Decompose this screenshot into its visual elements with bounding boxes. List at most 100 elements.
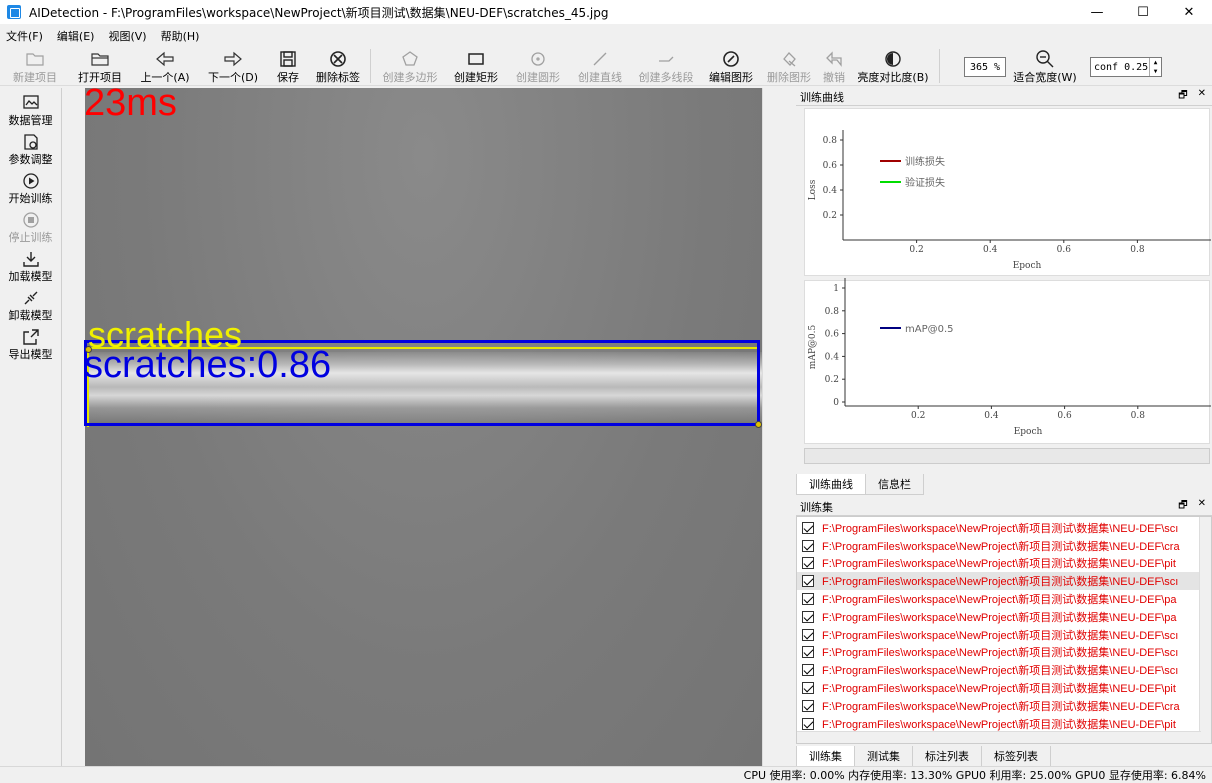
dock-title-bar: 训练曲线 🗗 ✕ (796, 88, 1212, 106)
checkbox[interactable] (802, 610, 814, 623)
menu-edit[interactable]: 编辑(E) (51, 28, 103, 44)
menu-file[interactable]: 文件(F) (0, 28, 51, 44)
tab-label-list[interactable]: 标签列表 (981, 746, 1051, 767)
save-button[interactable]: 保存 (266, 46, 310, 86)
undo-label: 撤销 (823, 71, 845, 84)
defect-image (85, 88, 763, 766)
chart-scrollbar[interactable] (804, 448, 1210, 464)
next-button[interactable]: 下一个(D) (200, 46, 266, 86)
prev-button[interactable]: 上一个(A) (130, 46, 200, 86)
new-project-button[interactable]: 新建项目 (0, 46, 70, 86)
play-icon (22, 173, 39, 189)
tab-annotation-list[interactable]: 标注列表 (912, 746, 982, 767)
create-polyline-button[interactable]: 创建多线段 (631, 46, 701, 86)
close-button[interactable]: ✕ (1166, 0, 1212, 24)
sidebar-item-data-management[interactable]: 数据管理 (0, 88, 61, 127)
list-item[interactable]: F:\ProgramFiles\workspace\NewProject\新项目… (797, 572, 1211, 591)
open-project-button[interactable]: 打开项目 (70, 46, 130, 86)
undo-button[interactable]: 撤销 (817, 46, 851, 86)
file-path: F:\ProgramFiles\workspace\NewProject\新项目… (822, 700, 1180, 713)
sidebar-item-start-train[interactable]: 开始训练 (0, 166, 61, 205)
next-label: 下一个(D) (207, 71, 259, 84)
spin-down-icon[interactable]: ▼ (1150, 67, 1161, 76)
list-item[interactable]: F:\ProgramFiles\workspace\NewProject\新项目… (797, 626, 1211, 644)
tab-info[interactable]: 信息栏 (865, 474, 924, 495)
delete-label-button[interactable]: 删除标签 (310, 46, 366, 86)
checkbox[interactable] (802, 646, 814, 659)
x-tick-label: 0.6 (1057, 245, 1072, 255)
file-path: F:\ProgramFiles\workspace\NewProject\新项目… (822, 611, 1177, 624)
box-handle-bottom-right[interactable] (755, 421, 762, 428)
checkbox[interactable] (802, 521, 814, 534)
curve-tabs: 训练曲线 信息栏 (796, 474, 924, 495)
list-item[interactable]: F:\ProgramFiles\workspace\NewProject\新项目… (797, 715, 1211, 733)
create-rect-button[interactable]: 创建矩形 (445, 46, 507, 86)
brightness-contrast-button[interactable]: 亮度对比度(B) (851, 46, 935, 86)
dock-close-icon[interactable]: ✕ (1198, 498, 1206, 515)
fit-width-button[interactable]: 适合宽度(W) (1010, 46, 1080, 86)
zoom-input[interactable]: 365 % (964, 57, 1006, 77)
y-tick-label: 0.6 (825, 330, 840, 340)
sidebar-item-load-model[interactable]: 加载模型 (0, 244, 61, 283)
menu-help[interactable]: 帮助(H) (155, 28, 208, 44)
sidebar-item-unload-model[interactable]: 卸载模型 (0, 283, 61, 322)
image-canvas[interactable] (63, 88, 792, 766)
tab-train-curve[interactable]: 训练曲线 (796, 474, 866, 495)
x-tick-label: 0.8 (1130, 245, 1145, 255)
checkbox[interactable] (802, 628, 814, 641)
edit-shape-label: 编辑图形 (709, 71, 753, 84)
list-item[interactable]: F:\ProgramFiles\workspace\NewProject\新项目… (797, 537, 1211, 555)
rectangle-icon (466, 50, 486, 68)
file-path: F:\ProgramFiles\workspace\NewProject\新项目… (822, 647, 1179, 660)
create-circle-button[interactable]: 创建圆形 (507, 46, 569, 86)
list-vscroll[interactable] (1199, 517, 1211, 743)
detection-label: scratches:0.86 (84, 344, 332, 386)
sidebar-item-export-model[interactable]: 导出模型 (0, 322, 61, 361)
maximize-button[interactable]: ☐ (1120, 0, 1166, 24)
list-item[interactable]: F:\ProgramFiles\workspace\NewProject\新项目… (797, 697, 1211, 715)
checkbox[interactable] (802, 557, 814, 570)
conf-spinbox[interactable]: conf 0.25 ▲ ▼ (1090, 57, 1162, 77)
checkbox[interactable] (802, 664, 814, 677)
dock-title: 训练曲线 (800, 90, 844, 104)
save-label: 保存 (277, 71, 299, 84)
list-item[interactable]: F:\ProgramFiles\workspace\NewProject\新项目… (797, 661, 1211, 679)
canvas-scroll-area (762, 88, 792, 766)
list-item[interactable]: F:\ProgramFiles\workspace\NewProject\新项目… (797, 555, 1211, 573)
spinbox-arrows[interactable]: ▲ ▼ (1149, 58, 1161, 76)
dock-float-icon[interactable]: 🗗 (1178, 88, 1187, 105)
list-item[interactable]: F:\ProgramFiles\workspace\NewProject\新项目… (797, 608, 1211, 626)
sidebar-item-stop-train[interactable]: 停止训练 (0, 205, 61, 244)
delete-label-label: 删除标签 (316, 71, 360, 84)
list-item[interactable]: F:\ProgramFiles\workspace\NewProject\新项目… (797, 590, 1211, 608)
dock-float-icon[interactable]: 🗗 (1178, 498, 1187, 515)
list-item[interactable]: F:\ProgramFiles\workspace\NewProject\新项目… (797, 644, 1211, 662)
list-hscroll[interactable] (797, 731, 1201, 743)
map-chart-svg: 1 0.8 0.6 0.4 0.2 0 0.2 0.4 0.6 0.8 Epoch mAP@0.5 mA… (808, 278, 1211, 437)
menu-view[interactable]: 视图(V) (102, 28, 154, 44)
tab-train-set[interactable]: 训练集 (796, 746, 855, 767)
undo-icon (824, 50, 844, 68)
sidebar-item-label: 数据管理 (8, 114, 53, 127)
checkbox[interactable] (802, 593, 814, 606)
edit-shape-button[interactable]: 编辑图形 (701, 46, 761, 86)
checkbox[interactable] (802, 682, 814, 695)
sidebar-item-params[interactable]: 参数调整 (0, 127, 61, 166)
minimize-button[interactable]: — (1074, 0, 1120, 24)
tab-test-set[interactable]: 测试集 (854, 746, 913, 767)
spin-up-icon[interactable]: ▲ (1150, 58, 1161, 67)
checkbox[interactable] (802, 575, 814, 588)
list-item[interactable]: F:\ProgramFiles\workspace\NewProject\新项目… (797, 679, 1211, 697)
checkbox[interactable] (802, 539, 814, 552)
create-line-button[interactable]: 创建直线 (569, 46, 631, 86)
checkbox[interactable] (802, 717, 814, 730)
list-item[interactable]: F:\ProgramFiles\workspace\NewProject\新项目… (797, 519, 1211, 537)
delete-shape-icon (779, 50, 799, 68)
conf-value: conf 0.25 (1094, 61, 1149, 73)
checkbox[interactable] (802, 699, 814, 712)
dock-close-icon[interactable]: ✕ (1198, 88, 1206, 105)
create-polygon-button[interactable]: 创建多边形 (375, 46, 445, 86)
delete-shape-button[interactable]: 删除图形 (761, 46, 817, 86)
file-path: F:\ProgramFiles\workspace\NewProject\新项目… (822, 522, 1179, 535)
file-path: F:\ProgramFiles\workspace\NewProject\新项目… (822, 558, 1176, 571)
